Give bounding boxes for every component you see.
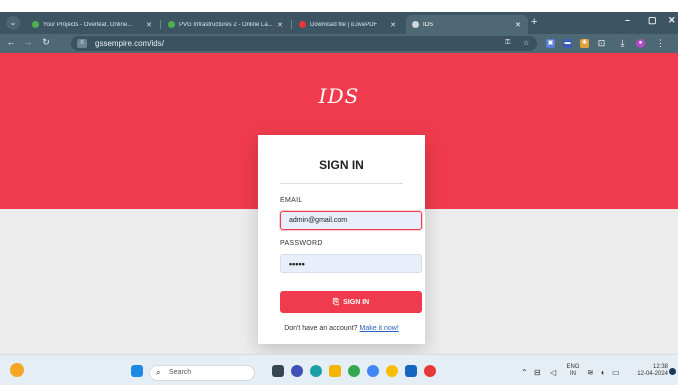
chrome-canary-icon[interactable] bbox=[386, 365, 398, 377]
reload-icon[interactable]: ↻ bbox=[40, 37, 52, 48]
search-icon: ⌕ bbox=[156, 368, 161, 377]
overleaf-icon bbox=[168, 21, 175, 28]
volume-icon[interactable]: ◖ bbox=[600, 368, 605, 377]
tab-close-icon[interactable]: ✕ bbox=[514, 21, 522, 29]
more-menu-icon[interactable]: ⋮ bbox=[656, 39, 665, 48]
ilovepdf-icon bbox=[299, 21, 306, 28]
forward-arrow-icon[interactable]: → bbox=[22, 37, 34, 47]
email-label: EMAIL bbox=[280, 197, 303, 204]
title-divider bbox=[280, 183, 403, 184]
chat-icon[interactable] bbox=[291, 365, 303, 377]
site-info-icon[interactable]: ≡ bbox=[77, 39, 87, 48]
clock-time: 12:38 bbox=[652, 364, 668, 370]
search-placeholder: Search bbox=[169, 369, 192, 376]
notification-icon[interactable] bbox=[669, 368, 676, 375]
overleaf-icon bbox=[32, 21, 39, 28]
tab-title: IDS bbox=[423, 21, 434, 28]
signup-text: Don't have an account? bbox=[284, 325, 358, 332]
login-icon: ⎘ bbox=[332, 297, 340, 306]
signin-card: SIGN IN EMAIL admin@gmail.com PASSWORD •… bbox=[258, 135, 425, 344]
key-icon[interactable]: ⚿ bbox=[505, 39, 510, 47]
tab-title: Your Projects - Overleaf, Online... bbox=[43, 21, 133, 28]
signin-title: SIGN IN bbox=[319, 158, 364, 172]
tab-divider bbox=[160, 20, 161, 29]
battery-icon[interactable]: ▭ bbox=[612, 368, 620, 377]
password-field[interactable]: ••••• bbox=[280, 254, 422, 273]
tab-close-icon[interactable]: ✕ bbox=[276, 21, 284, 29]
page-body: IDS SIGN IN EMAIL admin@gmail.com PASSWO… bbox=[0, 53, 678, 354]
new-tab-button[interactable]: + bbox=[531, 16, 537, 28]
minimize-button[interactable]: – bbox=[625, 15, 630, 25]
chrome-profile-icon[interactable] bbox=[367, 365, 379, 377]
maximize-button[interactable]: ▢ bbox=[648, 15, 657, 26]
tab-divider bbox=[291, 20, 292, 29]
language-code: ENG bbox=[566, 364, 580, 370]
signup-prompt: Don't have an account? Make it now! bbox=[258, 325, 425, 332]
signin-button[interactable]: ⎘ SIGN IN bbox=[280, 291, 422, 313]
extension-icon[interactable]: ▣ bbox=[546, 39, 555, 48]
password-label: PASSWORD bbox=[280, 240, 323, 247]
wifi-icon[interactable]: ≋ bbox=[587, 368, 594, 377]
chrome-icon[interactable] bbox=[348, 365, 360, 377]
profile-avatar[interactable]: ● bbox=[636, 39, 645, 48]
taskbar-search[interactable]: ⌕ Search bbox=[149, 365, 255, 381]
language-indicator[interactable]: ENG IN bbox=[566, 364, 580, 378]
signup-link[interactable]: Make it now! bbox=[360, 325, 399, 332]
tab-close-icon[interactable]: ✕ bbox=[389, 21, 397, 29]
email-field[interactable]: admin@gmail.com bbox=[280, 211, 422, 230]
clock-date: 12-04-2024 bbox=[637, 371, 668, 377]
close-window-button[interactable]: ✕ bbox=[668, 15, 676, 26]
network-tray-icon[interactable]: ⊟ bbox=[534, 368, 541, 377]
top-margin bbox=[0, 0, 678, 12]
edge-icon[interactable] bbox=[310, 365, 322, 377]
download-icon[interactable]: ⤓ bbox=[618, 39, 627, 48]
tab-close-icon[interactable]: ✕ bbox=[145, 21, 153, 29]
tab-ids[interactable]: IDS ✕ bbox=[406, 15, 528, 34]
windows-start-icon[interactable] bbox=[131, 365, 143, 377]
store-icon[interactable] bbox=[405, 365, 417, 377]
globe-icon bbox=[412, 21, 419, 28]
extensions-puzzle-icon[interactable]: ⊡ bbox=[597, 39, 606, 48]
signin-button-label: SIGN IN bbox=[343, 298, 370, 306]
location-icon[interactable]: ◁ bbox=[550, 368, 556, 377]
tab-title: Download file | iLovePDF bbox=[310, 21, 378, 28]
file-explorer-icon[interactable] bbox=[329, 365, 341, 377]
extension-icon[interactable]: ✱ bbox=[580, 39, 589, 48]
tab-title: PVG Infrastructures 2 - Online La... bbox=[179, 21, 272, 28]
region-code: IN bbox=[570, 371, 576, 377]
address-bar[interactable]: ≡ gssempire.com/ids/ ⚿ ☆ bbox=[71, 36, 537, 51]
tab-pvg[interactable]: PVG Infrastructures 2 - Online La... ✕ bbox=[162, 15, 290, 34]
clock[interactable]: 12:38 12-04-2024 bbox=[628, 364, 668, 378]
screen: ⌄ Your Projects - Overleaf, Online... ✕ … bbox=[0, 0, 678, 385]
tab-overleaf[interactable]: Your Projects - Overleaf, Online... ✕ bbox=[26, 15, 159, 34]
tab-search-menu-icon[interactable]: ⌄ bbox=[6, 16, 20, 30]
back-arrow-icon[interactable]: ← bbox=[5, 37, 17, 47]
url-text: gssempire.com/ids/ bbox=[95, 39, 164, 48]
app-icon[interactable] bbox=[424, 365, 436, 377]
weather-icon[interactable] bbox=[10, 363, 24, 377]
taskbar: ⌕ Search ⌃ ⊟ ◁ ENG IN ≋ ◖ ▭ 12:38 12-04-… bbox=[0, 354, 678, 385]
bookmark-star-icon[interactable]: ☆ bbox=[523, 39, 529, 47]
browser-tabstrip: ⌄ Your Projects - Overleaf, Online... ✕ … bbox=[0, 12, 678, 34]
chevron-up-icon[interactable]: ⌃ bbox=[521, 368, 528, 377]
site-logo: IDS bbox=[318, 84, 360, 108]
tab-ilovepdf[interactable]: Download file | iLovePDF ✕ bbox=[293, 15, 403, 34]
task-view-icon[interactable] bbox=[272, 365, 284, 377]
extension-icon[interactable]: ▬ bbox=[563, 39, 572, 48]
browser-toolbar: ← → ↻ ≡ gssempire.com/ids/ ⚿ ☆ ▣ ▬ ✱ ⊡ ⤓… bbox=[0, 34, 678, 53]
